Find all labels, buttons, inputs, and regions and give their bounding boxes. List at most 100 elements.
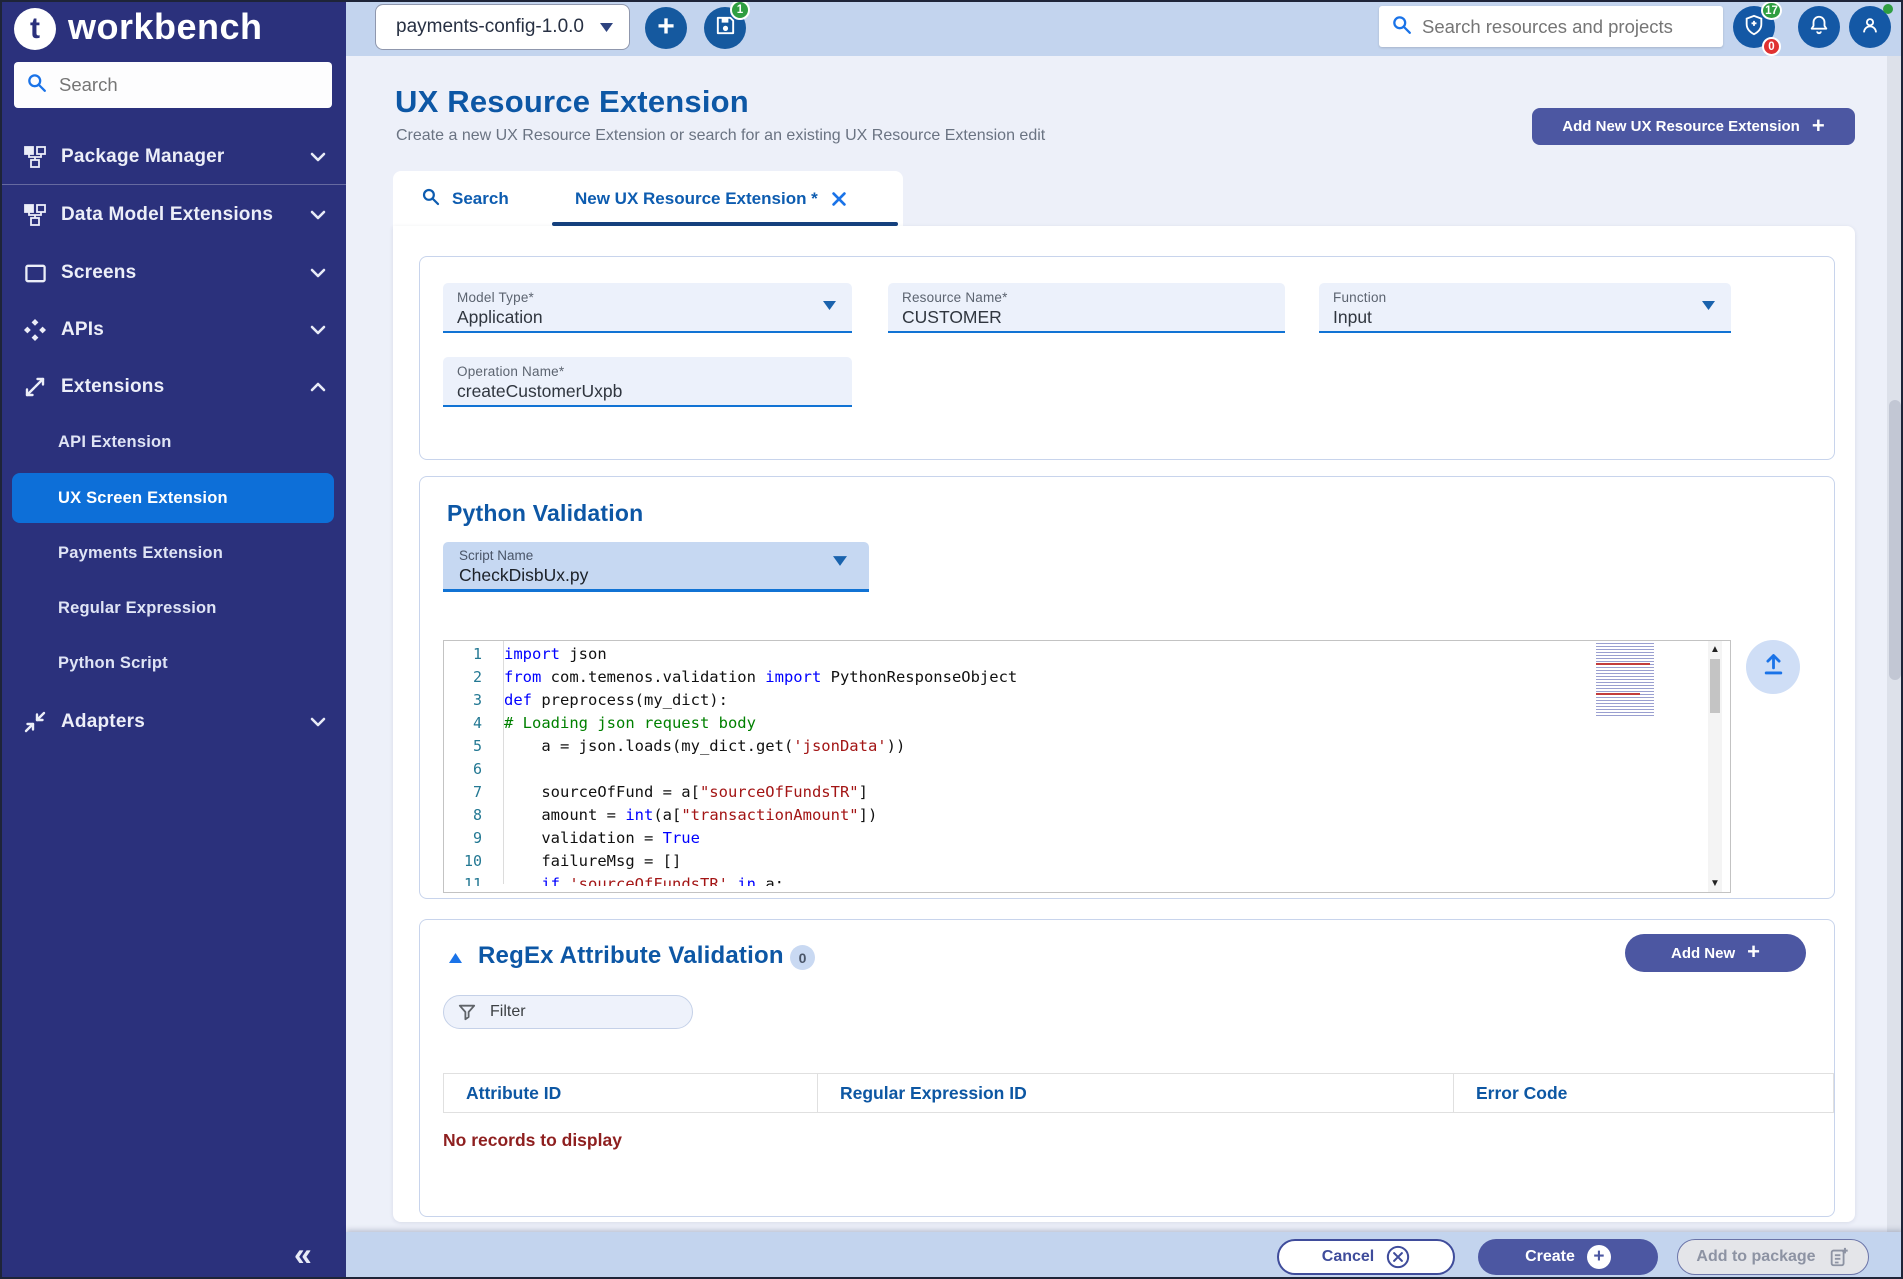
sidebar-item-extensions[interactable]: Extensions	[0, 364, 346, 410]
script-name-select[interactable]: Script Name CheckDisbUx.py	[443, 542, 869, 592]
save-icon	[714, 14, 737, 42]
tab-new-ux-resource-extension[interactable]: New UX Resource Extension *	[575, 171, 848, 226]
sidebar-item-payments-extension[interactable]: Payments Extension	[12, 533, 334, 573]
field-label: Function	[1333, 290, 1717, 305]
page-subtitle: Create a new UX Resource Extension or se…	[396, 127, 1045, 145]
sidebar-collapse-button[interactable]: «	[294, 1236, 312, 1273]
chevron-down-icon	[310, 210, 326, 220]
sidebar-subitem-label: API Extension	[58, 433, 172, 452]
add-to-package-button[interactable]: Add to package	[1677, 1239, 1869, 1275]
sidebar-item-label: Screens	[61, 262, 136, 284]
chevron-down-icon	[310, 325, 326, 335]
field-value: Input	[1333, 307, 1717, 328]
column-header-regular-expression-id[interactable]: Regular Expression ID	[817, 1074, 1453, 1112]
tab-label: Search	[452, 189, 509, 209]
field-value: Application	[457, 307, 838, 328]
add-new-ux-resource-extension-button[interactable]: Add New UX Resource Extension +	[1532, 108, 1855, 145]
sidebar-search[interactable]	[14, 62, 332, 108]
sidebar-item-ux-screen-extension[interactable]: UX Screen Extension	[12, 473, 334, 523]
regex-filter-input[interactable]: Filter	[443, 995, 693, 1029]
sidebar-item-label: Adapters	[61, 711, 145, 733]
sidebar-item-screens[interactable]: Screens	[0, 250, 346, 296]
code-editor[interactable]: 1import json2from com.temenos.validation…	[443, 640, 1731, 893]
workbench-logo-icon: t	[14, 8, 56, 50]
chevron-up-icon	[310, 382, 326, 392]
code-line: 10 failureMsg = []	[444, 850, 1594, 873]
sidebar-item-regular-expression[interactable]: Regular Expression	[12, 588, 334, 628]
collapse-section-icon[interactable]	[449, 950, 462, 968]
code-line: 8 amount = int(a["transactionAmount"])	[444, 804, 1594, 827]
cancel-button[interactable]: Cancel	[1277, 1239, 1455, 1275]
create-button[interactable]: Create +	[1478, 1239, 1658, 1275]
resource-name-field[interactable]: Resource Name* CUSTOMER	[888, 283, 1285, 333]
minimap-error-line	[1596, 663, 1650, 665]
sidebar-item-label: Package Manager	[61, 146, 225, 168]
sidebar-item-data-model-extensions[interactable]: Data Model Extensions	[0, 192, 346, 238]
project-selector[interactable]: payments-config-1.0.0	[375, 4, 630, 50]
editor-scrollbar-thumb[interactable]	[1710, 659, 1720, 713]
notifications-button[interactable]	[1798, 6, 1840, 48]
sidebar-subitem-label: Python Script	[58, 654, 168, 673]
sidebar: t workbench Package Manager Data Model E…	[0, 0, 346, 1279]
sidebar-item-api-extension[interactable]: API Extension	[12, 422, 334, 462]
field-label: Operation Name*	[457, 364, 838, 379]
model-type-select[interactable]: Model Type* Application	[443, 283, 852, 333]
plus-icon: +	[1812, 115, 1825, 137]
scroll-down-icon[interactable]: ▼	[1708, 879, 1722, 889]
footer-action-bar: Cancel Create + Add to package	[346, 1232, 1903, 1279]
cancel-circle-x-icon	[1386, 1245, 1410, 1269]
sidebar-item-adapters[interactable]: Adapters	[0, 699, 346, 745]
code-content: 1import json2from com.temenos.validation…	[444, 643, 1594, 886]
upload-script-button[interactable]	[1746, 640, 1800, 694]
workbench-app: t workbench Package Manager Data Model E…	[0, 0, 1903, 1279]
filter-placeholder: Filter	[490, 1003, 526, 1021]
function-select[interactable]: Function Input	[1319, 283, 1731, 333]
sidebar-search-input[interactable]	[59, 74, 299, 96]
sidebar-item-python-script[interactable]: Python Script	[12, 643, 334, 683]
field-label: Resource Name*	[902, 290, 1271, 305]
minimap-error-line	[1596, 693, 1640, 695]
sidebar-item-label: Extensions	[61, 376, 164, 398]
regex-count-badge: 0	[790, 945, 815, 970]
column-header-attribute-id[interactable]: Attribute ID	[444, 1074, 817, 1112]
add-to-package-label: Add to package	[1696, 1248, 1815, 1266]
new-project-button[interactable]: +	[645, 7, 687, 49]
sidebar-divider	[0, 184, 346, 185]
code-line: 5 a = json.loads(my_dict.get('jsonData')…	[444, 735, 1594, 758]
collapse-arrows-icon	[22, 710, 48, 734]
online-status-dot	[1883, 4, 1893, 14]
operation-name-field[interactable]: Operation Name* createCustomerUxpb	[443, 357, 852, 407]
editor-minimap[interactable]	[1596, 643, 1654, 717]
tab-search[interactable]: Search	[421, 171, 509, 226]
search-icon	[1391, 14, 1412, 40]
python-validation-title: Python Validation	[447, 500, 643, 527]
app-title: workbench	[68, 6, 263, 48]
global-search[interactable]	[1379, 6, 1723, 47]
scroll-up-icon[interactable]: ▲	[1708, 645, 1722, 655]
search-icon	[26, 72, 47, 98]
empty-table-message: No records to display	[443, 1130, 622, 1151]
page-scrollbar-thumb[interactable]	[1889, 400, 1901, 680]
chevron-down-icon	[310, 268, 326, 278]
code-line: 6	[444, 758, 1594, 781]
sidebar-subitem-label: Payments Extension	[58, 544, 223, 563]
field-value: createCustomerUxpb	[457, 381, 838, 402]
sidebar-item-apis[interactable]: APIs	[0, 307, 346, 353]
plus-icon: +	[657, 12, 675, 42]
code-line: 3def preprocess(my_dict):	[444, 689, 1594, 712]
create-label: Create	[1525, 1248, 1575, 1266]
add-new-regex-button[interactable]: Add New +	[1625, 934, 1806, 972]
cancel-label: Cancel	[1322, 1248, 1374, 1266]
field-label: Model Type*	[457, 290, 838, 305]
close-icon[interactable]	[830, 190, 848, 208]
code-line: 9 validation = True	[444, 827, 1594, 850]
column-header-error-code[interactable]: Error Code	[1453, 1074, 1833, 1112]
regex-table: Attribute ID Regular Expression ID Error…	[443, 1073, 1834, 1113]
sidebar-item-package-manager[interactable]: Package Manager	[0, 134, 346, 180]
field-value: CheckDisbUx.py	[459, 565, 853, 586]
regex-validation-title: RegEx Attribute Validation	[478, 942, 784, 970]
global-search-input[interactable]	[1422, 16, 1692, 38]
expand-arrows-icon	[22, 375, 48, 399]
code-line: 11 if 'sourceOfFundsTR' in a:	[444, 873, 1594, 886]
upload-icon	[1760, 651, 1787, 683]
